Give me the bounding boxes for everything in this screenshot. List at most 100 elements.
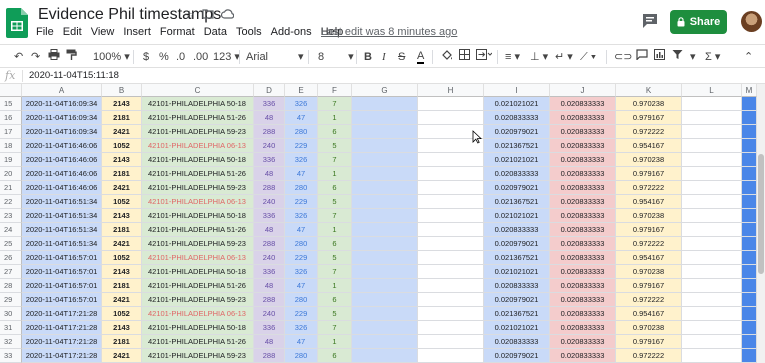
star-icon[interactable]: ☆ [184,8,195,22]
cell-e[interactable]: 229 [285,139,318,153]
cell-j[interactable]: 0.020833333 [550,125,616,139]
cell-g[interactable] [352,349,418,363]
cell-b[interactable]: 2143 [102,153,142,167]
cell-l[interactable] [682,321,742,335]
cell-e[interactable]: 326 [285,321,318,335]
merge-cells-icon[interactable] [476,49,493,65]
cell-m[interactable] [742,111,757,125]
cell-j[interactable]: 0.020833333 [550,293,616,307]
row-header[interactable]: 27 [0,265,22,279]
column-header[interactable]: K [616,84,682,97]
cell-m[interactable] [742,167,757,181]
row-header[interactable]: 20 [0,167,22,181]
formula-input[interactable]: 2020-11-04T15:11:18 [29,70,119,81]
cell-l[interactable] [682,293,742,307]
cell-b[interactable]: 2181 [102,223,142,237]
cell-a[interactable]: 2020-11-04T16:46:06 [22,167,102,181]
functions-button[interactable]: Σ ▾ [705,49,720,65]
cell-c[interactable]: 42101-PHILADELPHIA 59-23 [142,237,254,251]
vertical-align-icon[interactable]: ⊥ ▾ [530,49,548,65]
cell-h[interactable] [418,251,484,265]
select-all-corner[interactable] [0,84,22,97]
cell-b[interactable]: 2421 [102,125,142,139]
column-header[interactable]: A [22,84,102,97]
cell-l[interactable] [682,181,742,195]
cell-b[interactable]: 2421 [102,349,142,363]
cell-f[interactable]: 6 [318,293,352,307]
move-folder-icon[interactable] [202,8,214,22]
cell-f[interactable]: 7 [318,97,352,111]
cell-e[interactable]: 47 [285,111,318,125]
borders-icon[interactable] [459,49,470,65]
zoom-select[interactable]: 100% ▾ [93,49,130,65]
cell-k[interactable]: 0.954167 [616,307,682,321]
cell-a[interactable]: 2020-11-04T16:51:34 [22,223,102,237]
column-header[interactable]: G [352,84,418,97]
more-formats-button[interactable]: 123 ▾ [213,49,240,65]
cell-l[interactable] [682,153,742,167]
cell-h[interactable] [418,293,484,307]
cell-d[interactable]: 288 [254,349,285,363]
cell-e[interactable]: 47 [285,167,318,181]
cell-e[interactable]: 229 [285,195,318,209]
cell-k[interactable]: 0.972222 [616,181,682,195]
fill-color-icon[interactable] [441,49,453,65]
cell-d[interactable]: 48 [254,223,285,237]
cell-m[interactable] [742,195,757,209]
cell-k[interactable]: 0.970238 [616,265,682,279]
cell-j[interactable]: 0.020833333 [550,279,616,293]
cell-k[interactable]: 0.970238 [616,153,682,167]
cell-k[interactable]: 0.972222 [616,237,682,251]
cell-e[interactable]: 326 [285,97,318,111]
cell-g[interactable] [352,209,418,223]
menu-insert[interactable]: Insert [123,26,151,38]
cell-k[interactable]: 0.979167 [616,279,682,293]
cell-f[interactable]: 1 [318,223,352,237]
cell-e[interactable]: 280 [285,237,318,251]
cell-i[interactable]: 0.021021021 [484,97,550,111]
cell-a[interactable]: 2020-11-04T16:09:34 [22,97,102,111]
cell-d[interactable]: 240 [254,251,285,265]
cell-k[interactable]: 0.954167 [616,251,682,265]
cell-f[interactable]: 1 [318,167,352,181]
cell-d[interactable]: 48 [254,279,285,293]
cell-h[interactable] [418,97,484,111]
cell-a[interactable]: 2020-11-04T16:46:06 [22,181,102,195]
menu-add-ons[interactable]: Add-ons [271,26,312,38]
text-rotation-icon[interactable]: ⟋ ▾ [580,49,596,65]
cell-g[interactable] [352,111,418,125]
cell-j[interactable]: 0.020833333 [550,111,616,125]
cell-j[interactable]: 0.020833333 [550,237,616,251]
cell-b[interactable]: 2181 [102,167,142,181]
cell-i[interactable]: 0.021367521 [484,139,550,153]
row-header[interactable]: 29 [0,293,22,307]
column-header[interactable]: J [550,84,616,97]
cell-i[interactable]: 0.021367521 [484,251,550,265]
cell-d[interactable]: 288 [254,293,285,307]
cell-j[interactable]: 0.020833333 [550,167,616,181]
cell-f[interactable]: 5 [318,251,352,265]
cell-k[interactable]: 0.979167 [616,111,682,125]
cell-c[interactable]: 42101-PHILADELPHIA 59-23 [142,349,254,363]
cell-m[interactable] [742,153,757,167]
format-currency-button[interactable]: $ [143,49,149,65]
cell-i[interactable]: 0.020833333 [484,279,550,293]
row-header[interactable]: 18 [0,139,22,153]
cell-k[interactable]: 0.970238 [616,209,682,223]
row-header[interactable]: 24 [0,223,22,237]
cell-a[interactable]: 2020-11-04T16:57:01 [22,251,102,265]
cell-j[interactable]: 0.020833333 [550,181,616,195]
cell-f[interactable]: 5 [318,195,352,209]
cell-d[interactable]: 288 [254,181,285,195]
cell-d[interactable]: 336 [254,321,285,335]
cell-d[interactable]: 240 [254,307,285,321]
cell-g[interactable] [352,321,418,335]
cell-e[interactable]: 326 [285,153,318,167]
menu-tools[interactable]: Tools [236,26,262,38]
cell-h[interactable] [418,307,484,321]
cell-m[interactable] [742,307,757,321]
cell-l[interactable] [682,139,742,153]
cell-a[interactable]: 2020-11-04T16:51:34 [22,237,102,251]
last-edit-link[interactable]: Last edit was 8 minutes ago [321,26,457,38]
cell-c[interactable]: 42101-PHILADELPHIA 50-18 [142,209,254,223]
